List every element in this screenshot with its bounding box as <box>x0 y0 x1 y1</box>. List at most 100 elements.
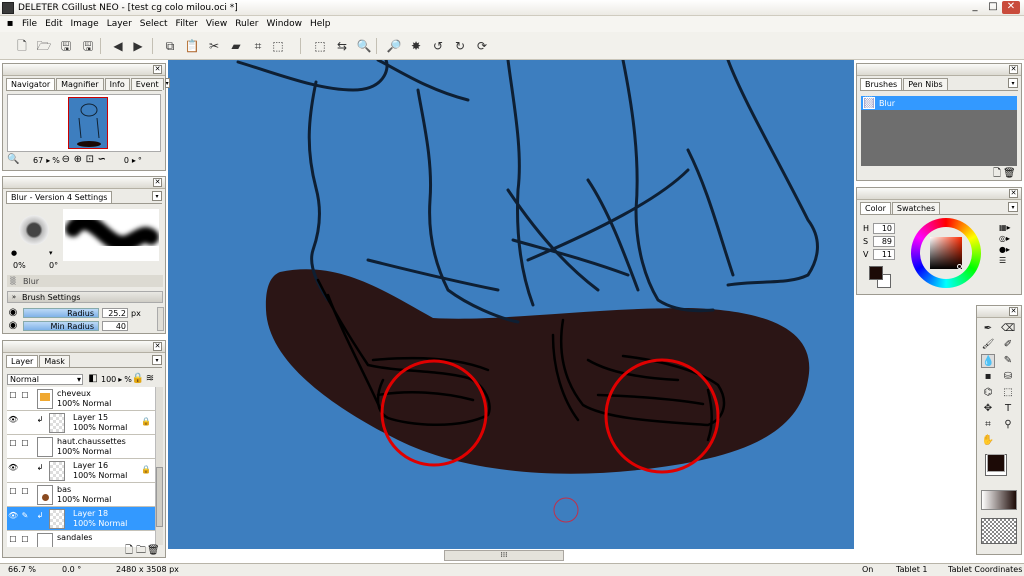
marker-tool-icon[interactable]: ✎ <box>1001 354 1015 368</box>
tab-color[interactable]: Color <box>860 202 891 214</box>
lock-toggle[interactable]: ☐ <box>20 391 30 401</box>
horizontal-scrollbar[interactable]: ⁞⁞⁞ <box>444 550 564 561</box>
select-all-icon[interactable]: ⬚ <box>270 38 286 54</box>
min-radius-input[interactable]: 40 <box>102 321 128 331</box>
eye-icon[interactable]: 👁 <box>8 463 18 473</box>
pen-tool-icon[interactable]: ✒ <box>981 322 995 336</box>
blur-tool-icon[interactable]: 💧 <box>981 354 995 368</box>
zoom-in-icon[interactable]: 🔍 <box>356 38 372 54</box>
visibility-toggle[interactable]: ☐ <box>8 439 18 449</box>
gradient-swatch[interactable] <box>981 490 1017 510</box>
tab-info[interactable]: Info <box>104 78 130 90</box>
radius-input[interactable]: 25.2 <box>102 308 128 318</box>
color-close-icon[interactable]: ✕ <box>1009 189 1018 198</box>
brush-opacity[interactable]: 0% <box>13 261 26 270</box>
texture-swatch[interactable] <box>981 518 1017 544</box>
new-layer-icon[interactable]: 🗋 <box>123 545 135 557</box>
lock-toggle[interactable]: ☐ <box>20 535 30 545</box>
tab-magnifier[interactable]: Magnifier <box>56 78 104 90</box>
color-mode-wheel-icon[interactable]: ◎▸ <box>999 233 1011 244</box>
maximize-button[interactable]: □ <box>984 1 1002 14</box>
next-page-icon[interactable]: ▶ <box>130 38 146 54</box>
brush-settings-title[interactable]: Blur - Version 4 Settings <box>6 191 113 203</box>
menu-edit[interactable]: Edit <box>41 16 66 32</box>
menu-ruler[interactable]: Ruler <box>231 16 262 32</box>
radius-pressure-icon[interactable]: ◉ <box>7 307 19 319</box>
brushes-menu-icon[interactable]: ▾ <box>1008 78 1018 88</box>
layer-opacity[interactable]: 100 <box>101 375 116 384</box>
visibility-toggle[interactable]: ☐ <box>8 487 18 497</box>
tab-event[interactable]: Event <box>130 78 164 90</box>
color-mode-circle-icon[interactable]: ●▸ <box>999 244 1011 255</box>
new-file-icon[interactable]: 🗋 <box>14 38 30 54</box>
navigator-rotation-value[interactable]: 0 <box>124 156 129 165</box>
color-mode-bars-icon[interactable]: ☰ <box>999 255 1011 266</box>
blend-mode-select[interactable]: Normal ▾ <box>7 373 83 385</box>
layer-row[interactable]: 👁 ↲ Layer 15 100% Normal 🔒 <box>7 411 155 435</box>
menu-image[interactable]: Image <box>67 16 103 32</box>
saturation-input[interactable]: 89 <box>873 236 895 247</box>
prev-page-icon[interactable]: ◀ <box>110 38 126 54</box>
cut-icon[interactable]: ✂ <box>206 38 222 54</box>
trash-icon[interactable]: 🗑 <box>147 545 160 557</box>
layer-scrollbar[interactable] <box>155 387 163 545</box>
menu-layer[interactable]: Layer <box>103 16 136 32</box>
min-radius-pressure-icon[interactable]: ◉ <box>7 321 19 331</box>
fill-tool-icon[interactable]: ▪ <box>981 370 995 384</box>
menu-window[interactable]: Window <box>263 16 307 32</box>
layer-close-icon[interactable]: ✕ <box>153 342 162 351</box>
airbrush-tool-icon[interactable]: ✐ <box>1001 338 1015 352</box>
fit-window-icon[interactable]: ⊡ <box>84 154 96 166</box>
tab-pen-nibs[interactable]: Pen Nibs <box>903 78 948 90</box>
brush-settings-close-icon[interactable]: ✕ <box>153 178 162 187</box>
menu-select[interactable]: Select <box>136 16 172 32</box>
invert-selection-icon[interactable]: ⇆ <box>334 38 350 54</box>
brush-settings-menu-icon[interactable]: ▾ <box>152 191 162 201</box>
select-tool-icon[interactable]: ⬚ <box>1001 386 1015 400</box>
zoom-out-icon[interactable]: 🔎 <box>386 38 402 54</box>
visibility-toggle[interactable]: ☐ <box>8 391 18 401</box>
eyedropper-tool-icon[interactable]: ⚲ <box>1001 418 1015 432</box>
rotate-right-icon[interactable]: ↻ <box>452 38 468 54</box>
layer-row-selected[interactable]: 👁 ✎ ↲ Layer 18 100% Normal <box>7 507 155 531</box>
layer-row[interactable]: ☐ ☐ cheveux 100% Normal <box>7 387 155 411</box>
move-tool-icon[interactable]: ✥ <box>981 402 995 416</box>
lock-transparency-icon[interactable]: 🔒 <box>132 373 144 385</box>
value-input[interactable]: 11 <box>873 249 895 260</box>
transform-icon[interactable]: ⌗ <box>250 38 266 54</box>
rotation-arrow-icon[interactable]: ▸ <box>132 156 136 165</box>
zoom-out-icon[interactable]: ⊖ <box>60 154 72 166</box>
close-button[interactable]: ✕ <box>1002 1 1020 14</box>
brush-item-blur[interactable]: ▒ Blur <box>861 96 1017 110</box>
hue-wheel[interactable] <box>911 218 981 288</box>
hand-tool-icon[interactable]: ✋ <box>981 434 995 448</box>
sv-cursor[interactable] <box>957 264 962 269</box>
brushes-close-icon[interactable]: ✕ <box>1009 65 1018 74</box>
minimize-button[interactable]: _ <box>966 1 984 14</box>
tab-brushes[interactable]: Brushes <box>860 78 903 90</box>
menu-filter[interactable]: Filter <box>172 16 202 32</box>
layer-row[interactable]: ☐ ☐ bas 100% Normal <box>7 483 155 507</box>
tab-swatches[interactable]: Swatches <box>891 202 941 214</box>
fit-icon[interactable]: ✸ <box>408 38 424 54</box>
brush-tool-icon[interactable]: 🖌 <box>981 338 995 352</box>
bucket-tool-icon[interactable]: ⛁ <box>1001 370 1015 384</box>
text-tool-icon[interactable]: T <box>1001 402 1015 416</box>
layer-row[interactable]: ☐ ☐ haut.chaussettes 100% Normal <box>7 435 155 459</box>
brush-settings-section[interactable]: Brush Settings <box>22 293 80 302</box>
layer-menu-icon[interactable]: ▾ <box>152 355 162 365</box>
tab-layer[interactable]: Layer <box>6 355 39 367</box>
save-as-icon[interactable]: 🖫 <box>80 38 96 54</box>
visibility-toggle[interactable]: ☐ <box>8 535 18 545</box>
zoom-arrow-icon[interactable]: ▸ <box>46 156 50 165</box>
new-brush-icon[interactable]: 🗋 <box>991 168 1003 180</box>
lock-toggle[interactable]: ☐ <box>20 487 30 497</box>
navigator-close-icon[interactable]: ✕ <box>153 65 162 74</box>
brush-settings-scrollbar[interactable] <box>157 307 164 331</box>
lock-toggle[interactable]: ☐ <box>20 439 30 449</box>
hue-input[interactable]: 10 <box>873 223 895 234</box>
zoom-in-icon[interactable]: ⊕ <box>72 154 84 166</box>
open-icon[interactable]: 🗁 <box>36 38 52 54</box>
copy-icon[interactable]: ⧉ <box>162 38 178 54</box>
save-icon[interactable]: 🖫 <box>58 38 74 54</box>
